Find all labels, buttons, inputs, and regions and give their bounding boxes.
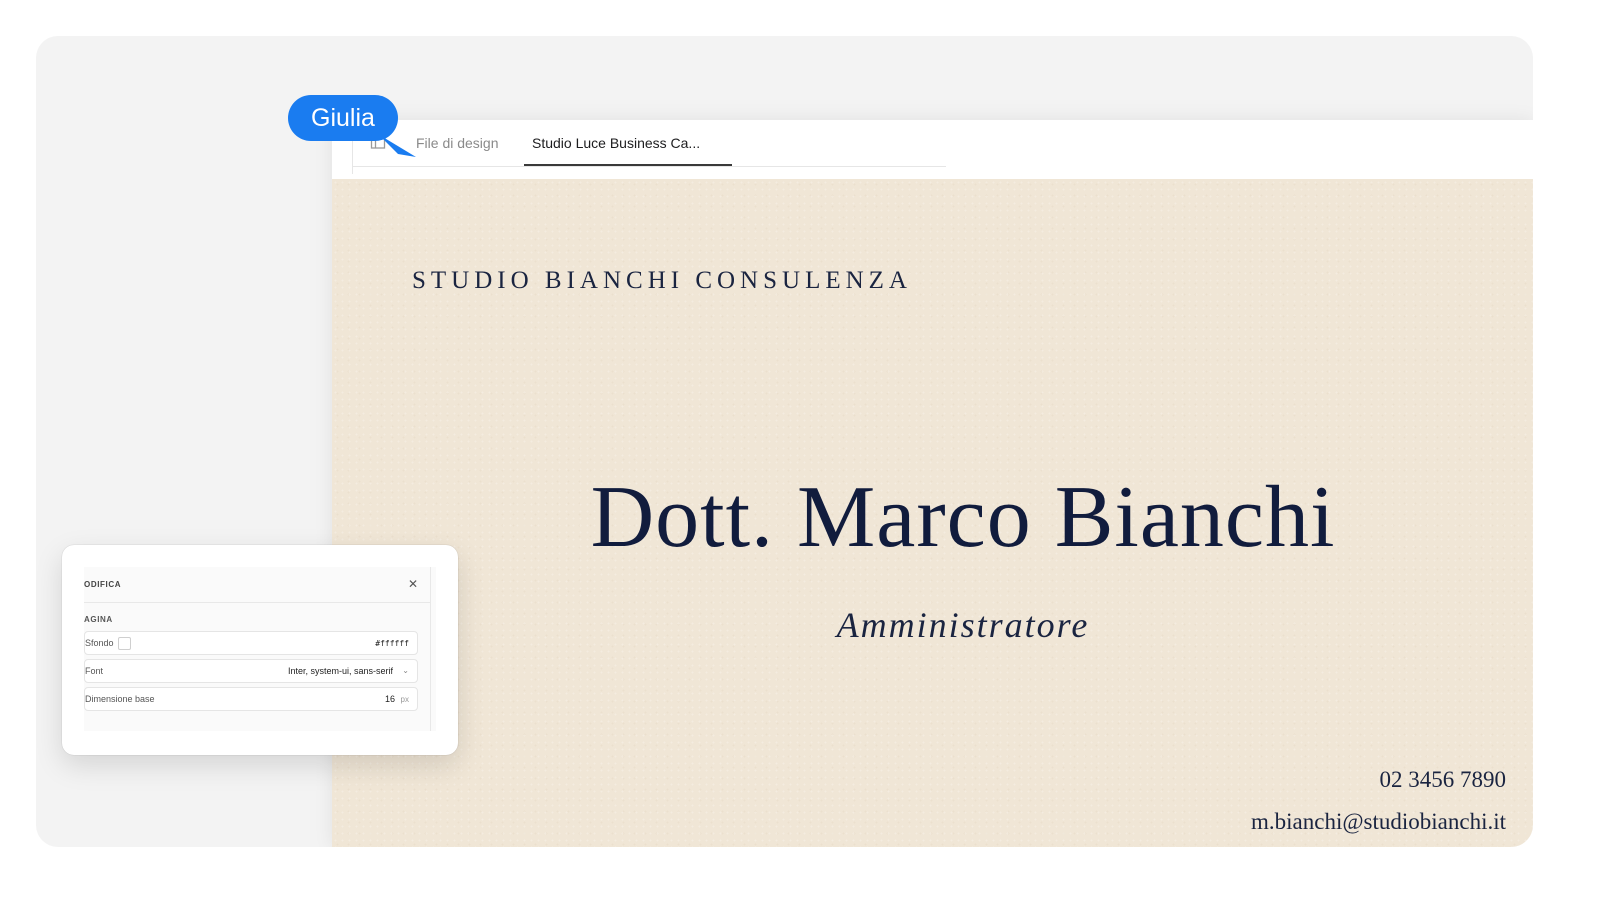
base-size-input[interactable]: 16 xyxy=(385,694,395,704)
close-icon[interactable]: ✕ xyxy=(408,577,418,591)
font-value[interactable]: Inter, system-ui, sans-serif xyxy=(288,666,393,676)
properties-panel: ODIFICA ✕ AGINA Sfondo #ffffff Font Inte… xyxy=(84,567,436,731)
section-label: AGINA xyxy=(84,615,113,624)
collaborator-label: Giulia xyxy=(288,95,398,141)
divider xyxy=(430,567,431,731)
color-swatch[interactable] xyxy=(118,637,131,650)
phone-number[interactable]: 02 3456 7890 xyxy=(1380,767,1507,793)
divider xyxy=(84,602,430,603)
company-name[interactable]: STUDIO BIANCHI CONSULENZA xyxy=(412,267,912,295)
field-label: Font xyxy=(85,666,104,676)
editor-window: File di design Studio Luce Business Ca..… xyxy=(332,120,1533,847)
person-role[interactable]: Amministratore xyxy=(332,604,1533,646)
tab-bar: File di design Studio Luce Business Ca..… xyxy=(332,120,1533,179)
business-card-canvas[interactable]: STUDIO BIANCHI CONSULENZA Dott. Marco Bi… xyxy=(332,179,1533,847)
tab-design-files[interactable]: File di design xyxy=(416,120,499,166)
font-select[interactable]: Font Inter, system-ui, sans-serif ⌄ xyxy=(84,659,418,683)
unit-label: px xyxy=(400,695,409,704)
background-color-value[interactable]: #ffffff xyxy=(375,639,409,648)
field-label: Dimensione base xyxy=(85,694,155,704)
chevron-down-icon[interactable]: ⌄ xyxy=(402,666,409,675)
properties-panel-card: ODIFICA ✕ AGINA Sfondo #ffffff Font Inte… xyxy=(62,545,458,755)
field-label: Sfondo xyxy=(85,638,114,648)
background-color-field[interactable]: Sfondo #ffffff xyxy=(84,631,418,655)
base-size-field[interactable]: Dimensione base 16 px xyxy=(84,687,418,711)
email-address[interactable]: m.bianchi@studiobianchi.it xyxy=(1251,809,1506,835)
person-name[interactable]: Dott. Marco Bianchi xyxy=(332,467,1533,568)
panel-title: ODIFICA xyxy=(84,580,122,589)
tab-current-file[interactable]: Studio Luce Business Ca... xyxy=(524,120,732,166)
